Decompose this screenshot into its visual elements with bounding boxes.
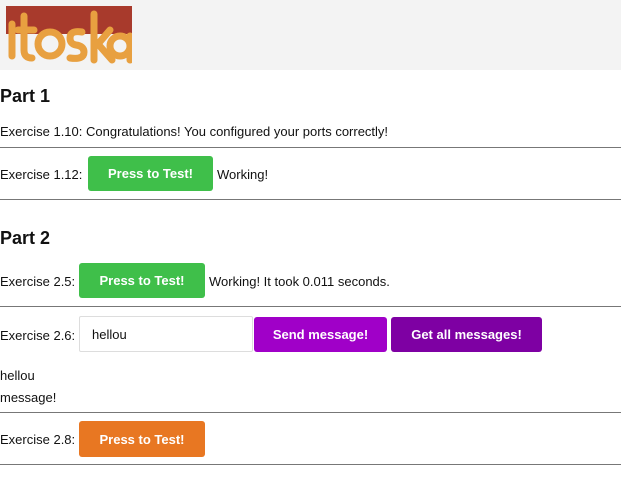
exercise-2-8-label: Exercise 2.8: — [0, 432, 76, 447]
get-all-messages-button[interactable]: Get all messages! — [391, 317, 542, 352]
divider — [0, 199, 621, 200]
exercise-1-10-text: Exercise 1.10: Congratulations! You conf… — [0, 124, 389, 139]
exercise-1-12-label: Exercise 1.12: — [0, 167, 83, 182]
divider — [0, 306, 621, 307]
tosa-logo: tosa — [6, 6, 132, 64]
send-message-button[interactable]: Send message! — [254, 317, 387, 352]
exercise-2-6-label: Exercise 2.6: — [0, 328, 76, 343]
header: tosa — [0, 0, 621, 70]
exercise-2-5-label: Exercise 2.5: — [0, 274, 76, 289]
part2-title: Part 2 — [0, 228, 51, 248]
message-item: hellou — [0, 368, 35, 383]
divider — [0, 412, 621, 413]
ex112-status: Working! — [217, 167, 269, 182]
divider — [0, 464, 621, 465]
part1-title: Part 1 — [0, 86, 51, 106]
ex25-status: Working! It took 0.011 seconds. — [209, 274, 390, 289]
ex25-test-button[interactable]: Press to Test! — [79, 263, 205, 298]
ex112-test-button[interactable]: Press to Test! — [88, 156, 213, 191]
divider — [0, 147, 621, 148]
message-item: message! — [0, 390, 57, 405]
message-input[interactable] — [79, 316, 253, 352]
ex28-test-button[interactable]: Press to Test! — [79, 421, 205, 457]
